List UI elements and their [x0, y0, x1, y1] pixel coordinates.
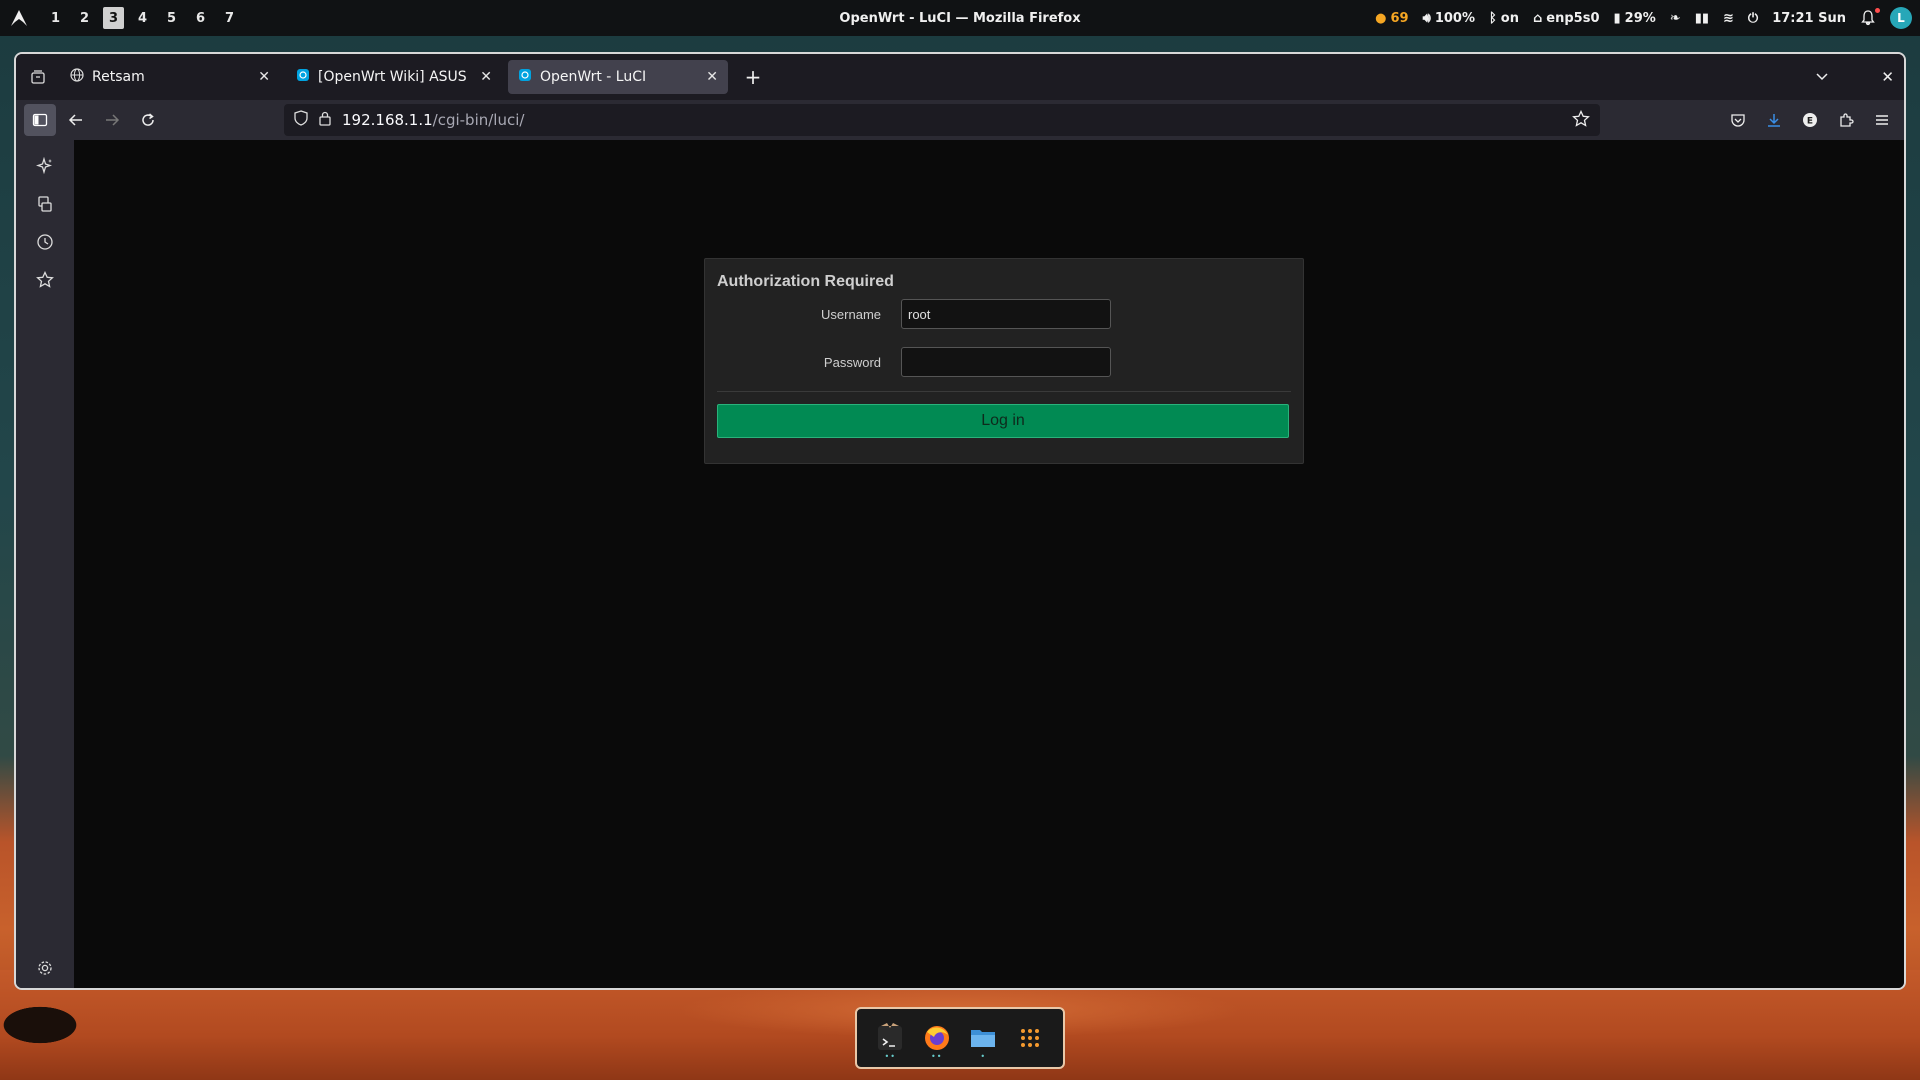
- navigation-toolbar: 192.168.1.1/cgi-bin/luci/ E: [16, 100, 1904, 140]
- synced-tabs-icon[interactable]: [29, 188, 61, 220]
- browser-sidebar: [16, 140, 74, 988]
- list-all-tabs-icon[interactable]: [1815, 68, 1829, 87]
- password-field[interactable]: [901, 347, 1111, 377]
- battery-indicator[interactable]: ▮ 29%: [1614, 11, 1656, 26]
- lock-icon[interactable]: [318, 110, 332, 130]
- sidebar-toggle-button[interactable]: [24, 104, 56, 136]
- back-button[interactable]: [60, 104, 92, 136]
- arch-logo-icon[interactable]: [9, 8, 29, 28]
- updates-indicator[interactable]: ● 69: [1375, 11, 1408, 26]
- extensions-puzzle-icon[interactable]: [1830, 104, 1862, 136]
- url-text: 192.168.1.1/cgi-bin/luci/: [342, 111, 524, 129]
- globe-icon: [70, 68, 84, 86]
- url-host: 192.168.1.1: [342, 111, 433, 129]
- bookmarks-star-icon[interactable]: [29, 264, 61, 296]
- close-icon[interactable]: ✕: [480, 69, 492, 85]
- updates-count: 69: [1390, 10, 1409, 26]
- toolbar-right: E: [1722, 104, 1898, 136]
- running-indicator: ••: [931, 1052, 943, 1061]
- stats-icon[interactable]: ▮▮: [1695, 11, 1709, 26]
- shield-icon[interactable]: [294, 110, 308, 130]
- workspace-4[interactable]: 4: [132, 7, 153, 29]
- password-label: Password: [823, 354, 881, 370]
- tab-retsam[interactable]: Retsam ✕: [60, 60, 280, 94]
- workspace-3[interactable]: 3: [103, 7, 124, 29]
- url-bar[interactable]: 192.168.1.1/cgi-bin/luci/: [284, 104, 1600, 136]
- bookmark-star-icon[interactable]: [1572, 109, 1590, 132]
- running-indicator: ••: [884, 1052, 896, 1061]
- network-indicator[interactable]: ⌂ enp5s0: [1533, 11, 1600, 26]
- app-grid-icon[interactable]: [1010, 1015, 1050, 1061]
- leaf-icon[interactable]: ❧: [1670, 11, 1681, 26]
- password-row: Password: [717, 347, 1291, 377]
- top-panel: 1 2 3 4 5 6 7 OpenWrt - LuCI — Mozilla F…: [0, 0, 1920, 36]
- tab-openwrt-wiki[interactable]: [OpenWrt Wiki] ASUS RT ✕: [286, 60, 502, 94]
- battery-icon: ▮: [1613, 10, 1621, 26]
- close-icon[interactable]: ✕: [258, 69, 270, 85]
- bell-icon[interactable]: [1860, 8, 1880, 26]
- openwrt-icon: [296, 68, 310, 86]
- tab-title: Retsam: [92, 69, 145, 85]
- url-path: /cgi-bin/luci/: [432, 111, 525, 129]
- username-label: Username: [821, 306, 881, 322]
- workspace-1[interactable]: 1: [45, 7, 66, 29]
- openwrt-icon: [518, 68, 532, 86]
- extension-badge-icon[interactable]: E: [1794, 104, 1826, 136]
- bluetooth-status: on: [1500, 10, 1519, 26]
- bluetooth-icon: ᛒ: [1488, 10, 1497, 26]
- tab-title: [OpenWrt Wiki] ASUS RT: [318, 69, 473, 85]
- layers-icon[interactable]: ≋: [1723, 11, 1734, 26]
- workspace-7[interactable]: 7: [219, 7, 240, 29]
- power-icon[interactable]: ⏻: [1748, 11, 1758, 26]
- form-divider: [717, 391, 1291, 392]
- dock: •• •• •: [855, 1007, 1065, 1069]
- volume-level: 100%: [1434, 10, 1475, 26]
- network-icon: ⌂: [1532, 10, 1543, 26]
- volume-indicator[interactable]: 🔊︎ 100%: [1423, 11, 1475, 26]
- avatar[interactable]: L: [1890, 7, 1912, 29]
- download-icon[interactable]: [1758, 104, 1790, 136]
- workspace-switcher: 1 2 3 4 5 6 7: [45, 7, 240, 29]
- tabbar-controls: ✕: [1815, 54, 1894, 100]
- workspace-2[interactable]: 2: [74, 7, 95, 29]
- login-button[interactable]: Log in: [717, 404, 1289, 438]
- login-panel: Authorization Required Username Password…: [704, 258, 1304, 464]
- volume-icon: 🔊︎: [1422, 10, 1431, 26]
- sidebar-settings-gear-icon[interactable]: [29, 952, 61, 984]
- network-name: enp5s0: [1546, 10, 1600, 26]
- files-icon[interactable]: •: [963, 1015, 1003, 1061]
- reload-button[interactable]: [132, 104, 164, 136]
- bluetooth-indicator[interactable]: ᛒ on: [1489, 11, 1519, 26]
- workspace-6[interactable]: 6: [190, 7, 211, 29]
- window-close-icon[interactable]: ✕: [1881, 68, 1894, 86]
- ai-sparkle-icon[interactable]: [29, 150, 61, 182]
- svg-text:E: E: [1807, 117, 1813, 127]
- running-indicator: •: [980, 1052, 987, 1061]
- username-row: Username: [717, 299, 1291, 329]
- new-tab-button[interactable]: +: [738, 62, 768, 92]
- workspace-5[interactable]: 5: [161, 7, 182, 29]
- tab-openwrt-luci[interactable]: OpenWrt - LuCI ✕: [508, 60, 728, 94]
- tab-bar: Retsam ✕ [OpenWrt Wiki] ASUS RT ✕ OpenWr…: [16, 54, 1904, 100]
- menu-hamburger-icon[interactable]: [1866, 104, 1898, 136]
- pocket-icon[interactable]: [1722, 104, 1754, 136]
- history-clock-icon[interactable]: [29, 226, 61, 258]
- close-icon[interactable]: ✕: [706, 69, 718, 85]
- updates-icon: ●: [1375, 10, 1387, 26]
- firefox-window: Retsam ✕ [OpenWrt Wiki] ASUS RT ✕ OpenWr…: [14, 52, 1906, 990]
- clock[interactable]: 17:21 Sun: [1772, 11, 1846, 26]
- battery-level: 29%: [1624, 10, 1656, 26]
- firefox-icon[interactable]: ••: [917, 1015, 957, 1061]
- terminal-icon[interactable]: ••: [870, 1015, 910, 1061]
- forward-button[interactable]: [96, 104, 128, 136]
- tab-overview-icon[interactable]: [22, 61, 54, 93]
- system-tray: ● 69 🔊︎ 100% ᛒ on ⌂ enp5s0 ▮ 29% ❧ ▮▮ ≋ …: [1375, 0, 1912, 36]
- page-title: Authorization Required: [717, 273, 894, 290]
- username-field[interactable]: [901, 299, 1111, 329]
- page-content: Authorization Required Username Password…: [74, 140, 1904, 988]
- tab-title: OpenWrt - LuCI: [540, 69, 647, 85]
